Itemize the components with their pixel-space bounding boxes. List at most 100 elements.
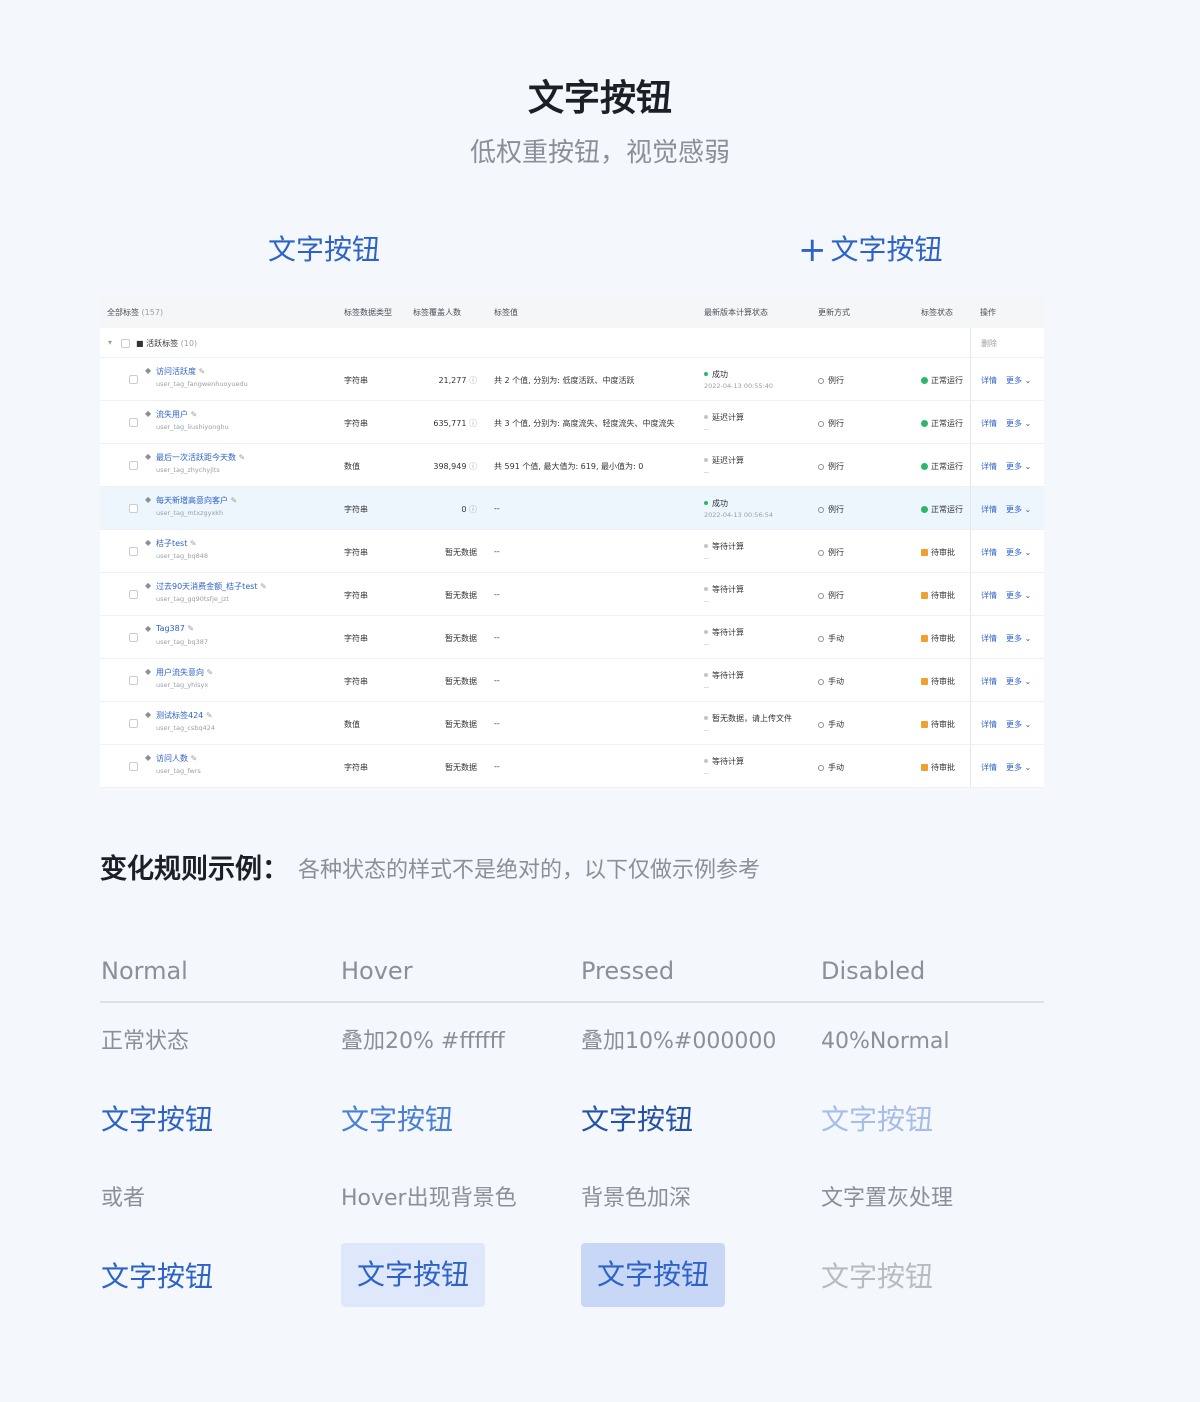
more-dropdown[interactable]: 更多 ⌄ xyxy=(1006,418,1031,429)
table-row[interactable]: ◆ 过去90天消费金额_桔子test ✎ user_tag_gq90tsfje_jz… xyxy=(100,573,1044,616)
row-checkbox[interactable] xyxy=(129,504,138,513)
more-dropdown[interactable]: 更多 ⌄ xyxy=(1006,504,1031,515)
bg-text-button-pressed[interactable]: 文字按钮 xyxy=(581,1243,725,1307)
clock-icon xyxy=(818,421,824,427)
more-dropdown[interactable]: 更多 ⌄ xyxy=(1006,461,1031,472)
table-row[interactable]: ◆ 桔子test ✎ user_tag_bq848 字符串 暂无数据 -- 等待计算 -- 例行… xyxy=(100,530,1044,573)
calc-status: 延迟计算 xyxy=(704,412,744,423)
tag-icon: ◆ xyxy=(145,581,152,590)
collapse-icon[interactable]: ▾ xyxy=(108,338,112,347)
row-checkbox[interactable] xyxy=(129,762,138,771)
more-dropdown[interactable]: 更多 ⌄ xyxy=(1006,762,1031,773)
more-dropdown[interactable]: 更多 ⌄ xyxy=(1006,719,1031,730)
edit-icon[interactable]: ✎ xyxy=(191,410,198,419)
disabled-description: 40%Normal xyxy=(821,1029,950,1054)
detail-link[interactable]: 详情 xyxy=(981,547,997,558)
edit-icon[interactable]: ✎ xyxy=(239,453,246,462)
tag-name-link[interactable]: 每天新增高意向客户 ✎ xyxy=(156,495,237,506)
header-calc-status: 最新版本计算状态 xyxy=(704,308,768,317)
row-checkbox[interactable] xyxy=(129,461,138,470)
edit-icon[interactable]: ✎ xyxy=(190,539,197,548)
tag-name-link[interactable]: 访问活跃度 ✎ xyxy=(156,366,205,377)
bg-text-button-normal[interactable]: 文字按钮 xyxy=(101,1257,213,1297)
tag-name-link[interactable]: 用户流失意向 ✎ xyxy=(156,667,213,678)
tag-code: user_tag_fwrs xyxy=(156,767,201,775)
coverage: 21,277 ⓘ xyxy=(438,376,477,385)
tag-values: -- xyxy=(494,633,500,642)
status-dot xyxy=(704,587,708,591)
row-checkbox[interactable] xyxy=(129,676,138,685)
tag-name-link[interactable]: 访问人数 ✎ xyxy=(156,753,197,764)
text-button-with-plus-label: 文字按钮 xyxy=(830,233,943,266)
row-checkbox[interactable] xyxy=(129,633,138,642)
more-dropdown[interactable]: 更多 ⌄ xyxy=(1006,547,1031,558)
tag-name-link[interactable]: 过去90天消费金额_桔子test ✎ xyxy=(156,581,267,592)
detail-link[interactable]: 详情 xyxy=(981,719,997,730)
text-button-hover[interactable]: 文字按钮 xyxy=(341,1100,453,1140)
table-row[interactable]: ◆ 测试标签424 ✎ user_tag_csbq424 数值 暂无数据 -- 暂无数据，请… xyxy=(100,702,1044,745)
edit-icon[interactable]: ✎ xyxy=(191,754,198,763)
clock-icon xyxy=(818,550,824,556)
table-row[interactable]: ◆ 访问人数 ✎ user_tag_fwrs 字符串 暂无数据 -- 等待计算 -- 手动 待审批… xyxy=(100,745,1044,788)
row-checkbox[interactable] xyxy=(129,375,138,384)
table-row[interactable]: ◆ 流失用户 ✎ user_tag_liushiyonghu 字符串 635,771 ⓘ… xyxy=(100,401,1044,444)
table-row[interactable]: ◆ Tag387 ✎ user_tag_bq387 字符串 暂无数据 -- 等待计算 -- 手动… xyxy=(100,616,1044,659)
detail-link[interactable]: 详情 xyxy=(981,590,997,601)
detail-link[interactable]: 详情 xyxy=(981,375,997,386)
row-checkbox[interactable] xyxy=(129,547,138,556)
data-type: 数值 xyxy=(344,462,360,471)
table-row[interactable]: ◆ 访问活跃度 ✎ user_tag_fangwenhuoyuedu 字符串 21,27… xyxy=(100,358,1044,401)
rules-title: 变化规则示例： xyxy=(100,854,289,885)
pending-icon xyxy=(921,635,928,642)
state-pressed-heading: Pressed xyxy=(581,957,675,985)
detail-link[interactable]: 详情 xyxy=(981,504,997,515)
detail-link[interactable]: 详情 xyxy=(981,461,997,472)
edit-icon[interactable]: ✎ xyxy=(207,668,214,677)
table-row[interactable]: ◆ 最后一次活跃距今天数 ✎ user_tag_zhychyjlts 数值 398,94… xyxy=(100,444,1044,487)
edit-icon[interactable]: ✎ xyxy=(199,367,206,376)
more-dropdown[interactable]: 更多 ⌄ xyxy=(1006,676,1031,687)
update-mode: 手动 xyxy=(818,633,844,644)
tag-icon: ◆ xyxy=(145,624,152,633)
coverage: 暂无数据 xyxy=(445,763,477,772)
data-type: 字符串 xyxy=(344,763,368,772)
chevron-down-icon: ⌄ xyxy=(1024,634,1032,643)
status-dot xyxy=(704,630,708,634)
calc-time: 2022-04-13 00:55:40 xyxy=(704,382,774,390)
update-mode: 手动 xyxy=(818,762,844,773)
tag-name-link[interactable]: 测试标签424 ✎ xyxy=(156,710,213,721)
tag-name-link[interactable]: Tag387 ✎ xyxy=(156,624,194,633)
detail-link[interactable]: 详情 xyxy=(981,676,997,687)
text-button-normal[interactable]: 文字按钮 xyxy=(101,1100,213,1140)
header-all-tags: 全部标签 (157) xyxy=(107,308,164,317)
detail-link[interactable]: 详情 xyxy=(981,418,997,429)
more-dropdown[interactable]: 更多 ⌄ xyxy=(1006,633,1031,644)
tag-name-link[interactable]: 最后一次活跃距今天数 ✎ xyxy=(156,452,245,463)
table-row[interactable]: ◆ 用户流失意向 ✎ user_tag_yhlsyx 字符串 暂无数据 -- 等待计算 -- 手… xyxy=(100,659,1044,702)
group-checkbox[interactable] xyxy=(121,339,130,348)
group-delete-button[interactable]: 删除 xyxy=(981,338,997,349)
text-button-pressed[interactable]: 文字按钮 xyxy=(581,1100,693,1140)
chevron-down-icon: ⌄ xyxy=(1024,505,1032,514)
bg-text-button-hover[interactable]: 文字按钮 xyxy=(341,1243,485,1307)
detail-link[interactable]: 详情 xyxy=(981,633,997,644)
info-icon: ⓘ xyxy=(469,419,477,428)
tag-name-link[interactable]: 桔子test ✎ xyxy=(156,538,197,549)
text-button-demo[interactable]: 文字按钮 xyxy=(268,230,380,270)
more-dropdown[interactable]: 更多 ⌄ xyxy=(1006,375,1031,386)
tag-icon: ◆ xyxy=(145,409,152,418)
calc-status: 成功 xyxy=(704,498,728,509)
edit-icon[interactable]: ✎ xyxy=(231,496,238,505)
tag-name-link[interactable]: 流失用户 ✎ xyxy=(156,409,197,420)
more-dropdown[interactable]: 更多 ⌄ xyxy=(1006,590,1031,601)
tag-code: user_tag_bq848 xyxy=(156,552,208,560)
edit-icon[interactable]: ✎ xyxy=(260,582,267,591)
row-checkbox[interactable] xyxy=(129,590,138,599)
row-checkbox[interactable] xyxy=(129,418,138,427)
table-row[interactable]: ◆ 每天新增高意向客户 ✎ user_tag_mtxzgyxkh 字符串 0 ⓘ -- 成功… xyxy=(100,487,1044,530)
edit-icon[interactable]: ✎ xyxy=(206,711,213,720)
row-checkbox[interactable] xyxy=(129,719,138,728)
detail-link[interactable]: 详情 xyxy=(981,762,997,773)
edit-icon[interactable]: ✎ xyxy=(187,624,194,633)
text-button-with-plus-demo[interactable]: + 文字按钮 xyxy=(798,230,943,270)
